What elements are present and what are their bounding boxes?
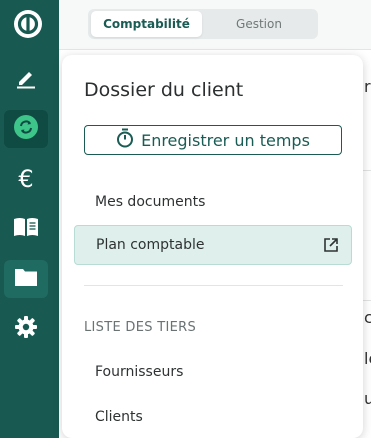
background-text-fragment: re [364,77,371,96]
menu-divider [84,285,343,286]
menu-item-mes-documents[interactable]: Mes documents [74,182,352,222]
section-label-tiers: LISTE DES TIERS [84,320,196,335]
tab-comptabilite[interactable]: Comptabilité [91,11,202,37]
stopwatch-icon [116,128,134,152]
pencil-icon [14,66,38,94]
folder-icon [14,267,38,291]
sidebar-item-book[interactable] [4,210,48,248]
background-text-fragment: c [364,308,371,327]
menu-item-label: Fournisseurs [95,364,184,380]
gear-icon [14,315,38,343]
sidebar-item-euro[interactable]: € [4,160,48,198]
app-window: € Comptabilité Gestion r c l u Dossier d… [0,0,371,438]
record-time-button[interactable]: Enregistrer un temps [84,125,342,155]
background-text-fragment: le [364,349,371,368]
sidebar-item-edit[interactable] [4,61,48,99]
menu-item-label: Plan comptable [96,237,205,253]
menu-item-label: Mes documents [95,194,206,210]
tab-gestion[interactable]: Gestion [203,11,315,37]
external-link-icon[interactable] [323,237,339,257]
panel-title: Dossier du client [84,79,244,101]
sidebar: € [0,0,59,438]
sidebar-item-settings[interactable] [4,310,48,348]
menu-item-plan-comptable[interactable]: Plan comptable [74,225,352,265]
menu-item-fournisseurs[interactable]: Fournisseurs [74,352,352,392]
record-time-label: Enregistrer un temps [141,130,310,150]
background-text-fragment: u [364,389,371,408]
module-switcher: Comptabilité Gestion [88,9,318,39]
menu-item-label: Clients [95,409,143,425]
sidebar-item-folder[interactable] [4,260,48,298]
client-folder-menu: Dossier du client Enregistrer un temps M… [62,55,363,438]
book-icon [13,216,39,242]
sidebar-item-sync[interactable] [4,110,48,148]
menu-item-clients[interactable]: Clients [74,397,352,437]
app-logo-icon[interactable] [11,7,45,41]
sync-icon [13,114,39,144]
euro-icon: € [18,165,34,193]
top-bar: Comptabilité Gestion [59,0,371,50]
